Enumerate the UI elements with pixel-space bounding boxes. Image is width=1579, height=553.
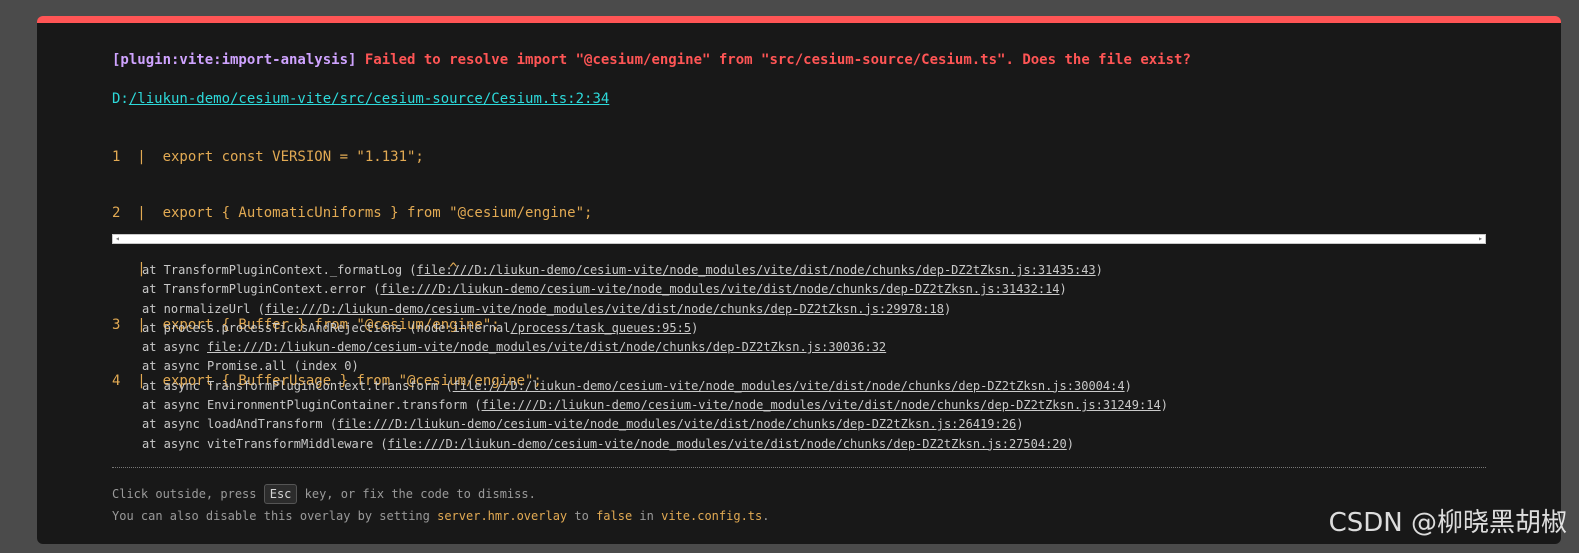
- stack-frame-text: at normalizeUrl (: [142, 301, 265, 316]
- stack-frame-link[interactable]: file:///D:/liukun-demo/cesium-vite/node_…: [207, 340, 886, 354]
- code-frame-line: 2 | export { AutomaticUniforms } from "@…: [112, 205, 593, 221]
- disable-overlay-tip: You can also disable this overlay by set…: [112, 506, 769, 526]
- stack-frame-text: ): [1160, 398, 1168, 413]
- watermark: CSDN @柳晓黑胡椒: [1328, 508, 1567, 538]
- code-frame-line: 1 | export const VERSION = "1.131";: [112, 149, 424, 165]
- stack-frame-text: at TransformPluginContext.error (: [142, 282, 381, 297]
- file-drive: D:: [112, 91, 129, 107]
- tip-text: Click outside, press: [112, 487, 264, 501]
- stack-frame-text: ): [1095, 263, 1103, 277]
- error-message: [plugin:vite:import-analysis] Failed to …: [112, 50, 1191, 70]
- stack-trace-line: at async EnvironmentPluginContainer.tran…: [142, 396, 1168, 415]
- tip-text: .: [762, 509, 770, 523]
- stack-trace-line: at TransformPluginContext._formatLog (fi…: [142, 261, 1168, 280]
- scroll-left-icon[interactable]: ◂: [115, 233, 120, 245]
- stack-trace-line: at async loadAndTransform (file:///D:/li…: [142, 415, 1168, 434]
- config-key: server.hmr.overlay: [437, 509, 568, 523]
- stack-trace-line: at async viteTransformMiddleware (file:/…: [142, 435, 1168, 454]
- tip-text: to: [567, 509, 597, 523]
- stack-trace-line: at normalizeUrl (file:///D:/liukun-demo/…: [142, 300, 1168, 319]
- stack-frame-text: at async loadAndTransform (: [142, 417, 338, 432]
- stack-frame-link[interactable]: file:///D:/liukun-demo/cesium-vite/node_…: [265, 302, 944, 316]
- stack-frame-text: ): [943, 301, 952, 316]
- stack-frame-text: at process.processTicksAndRejections (no…: [142, 320, 511, 335]
- scroll-right-icon[interactable]: ▸: [1478, 233, 1483, 245]
- stack-frame-link[interactable]: /process/task_queues:95:5: [510, 321, 691, 335]
- stack-trace-line: at TransformPluginContext.error (file://…: [142, 280, 1168, 299]
- stack-frame-link[interactable]: file:///D:/liukun-demo/cesium-vite/node_…: [337, 417, 1016, 431]
- file-path-link[interactable]: /liukun-demo/cesium-vite/src/cesium-sour…: [129, 91, 609, 107]
- tip-text: You can also disable this overlay by set…: [112, 509, 438, 523]
- horizontal-scrollbar[interactable]: ◂ ▸: [112, 234, 1486, 244]
- stack-frame-text: at TransformPluginContext._formatLog (: [142, 263, 417, 277]
- stack-frame-text: at async viteTransformMiddleware (: [142, 436, 388, 451]
- stack-trace-line: at async TransformPluginContext.transfor…: [142, 377, 1168, 396]
- error-text: Failed to resolve import "@cesium/engine…: [364, 52, 1191, 68]
- plugin-name: [plugin:vite:import-analysis]: [112, 52, 357, 68]
- tip-text: key, or fix the code to dismiss.: [297, 487, 536, 501]
- stack-frame-text: at async: [142, 340, 208, 355]
- divider: [112, 467, 1486, 468]
- stack-trace-line: at process.processTicksAndRejections (no…: [142, 319, 1168, 338]
- config-value: false: [596, 509, 633, 523]
- stack-frame-link[interactable]: file:///D:/liukun-demo/cesium-vite/node_…: [417, 263, 1096, 277]
- stack-trace: at TransformPluginContext._formatLog (fi…: [142, 261, 1168, 454]
- stack-frame-text: ): [691, 320, 699, 335]
- stack-frame-text: ): [1124, 378, 1132, 393]
- stack-frame-text: ): [1066, 436, 1074, 451]
- esc-key: Esc: [263, 484, 298, 504]
- stack-trace-line: at async Promise.all (index 0): [142, 357, 1168, 376]
- stack-frame-link[interactable]: file:///D:/liukun-demo/cesium-vite/node_…: [453, 379, 1125, 393]
- stack-trace-line: at async file:///D:/liukun-demo/cesium-v…: [142, 338, 1168, 357]
- stack-frame-text: ): [1059, 282, 1067, 297]
- stack-frame-link[interactable]: file:///D:/liukun-demo/cesium-vite/node_…: [388, 437, 1067, 451]
- config-file: vite.config.ts: [661, 509, 763, 523]
- dismiss-tip: Click outside, press Esc key, or fix the…: [112, 484, 536, 504]
- stack-frame-text: at async EnvironmentPluginContainer.tran…: [142, 398, 482, 413]
- tip-text: in: [632, 509, 662, 523]
- stack-frame-text: ): [1016, 417, 1024, 432]
- stack-frame-text: at async Promise.all (index 0): [142, 359, 359, 374]
- stack-frame-text: at async TransformPluginContext.transfor…: [142, 378, 453, 393]
- error-overlay: [plugin:vite:import-analysis] Failed to …: [37, 16, 1561, 544]
- stack-frame-link[interactable]: file:///D:/liukun-demo/cesium-vite/node_…: [380, 282, 1059, 296]
- error-file-location: D:/liukun-demo/cesium-vite/src/cesium-so…: [112, 89, 609, 109]
- stack-frame-link[interactable]: file:///D:/liukun-demo/cesium-vite/node_…: [482, 398, 1161, 412]
